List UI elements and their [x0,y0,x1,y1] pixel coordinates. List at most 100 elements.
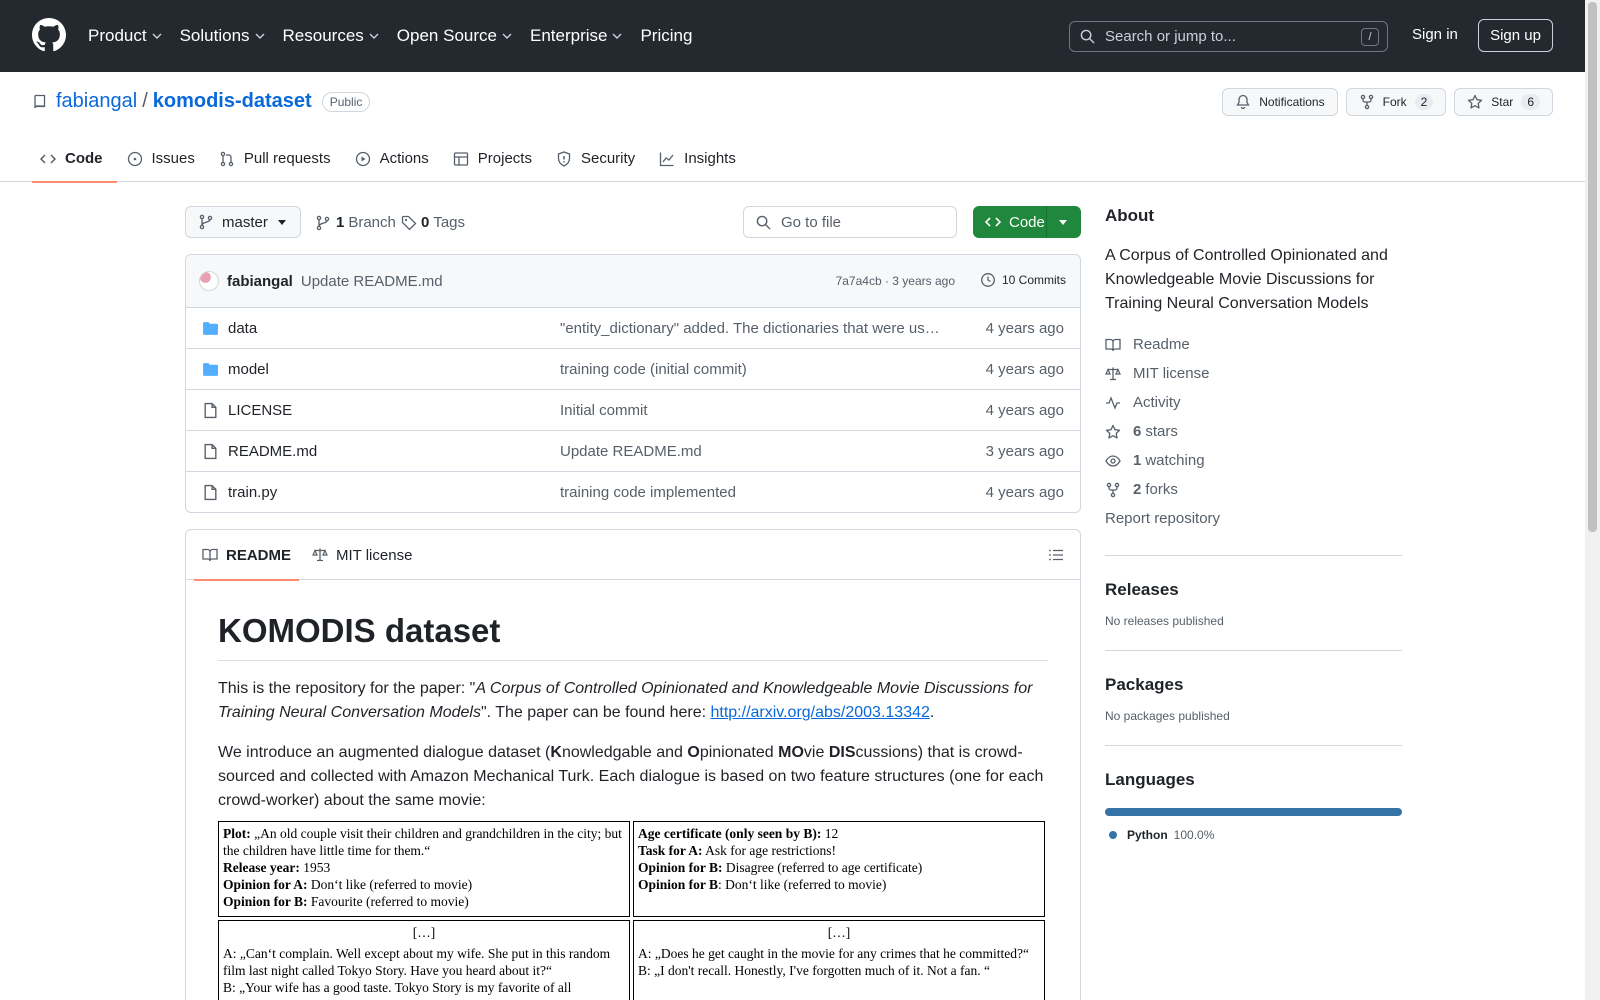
nav-open-source-label: Open Source [396,26,497,45]
activity-link[interactable]: Activity [1105,388,1402,417]
list-icon[interactable] [1048,547,1064,563]
table-key: Opinion for B [638,877,719,892]
file-commit-message[interactable]: "entity_dictionary" added. The dictionar… [560,320,940,337]
tab-actions[interactable]: Actions [347,135,443,182]
tags-link[interactable]: 0 Tags [401,214,465,231]
file-commit-message[interactable]: Update README.md [560,443,940,460]
file-name[interactable]: data [228,320,257,337]
file-name[interactable]: train.py [228,484,277,501]
language-item[interactable]: Python 100.0% [1105,828,1402,842]
search-input[interactable]: Search or jump to... / [1069,21,1388,52]
scrollbar-thumb[interactable] [1588,2,1597,532]
branches-link[interactable]: 1 Branch [315,214,396,231]
play-icon [355,151,370,166]
tab-pull-requests[interactable]: Pull requests [211,135,345,182]
tag-label: Tags [433,214,466,231]
notifications-label: Notifications [1259,95,1325,109]
repo-owner-link[interactable]: fabiangal [56,90,137,113]
tab-readme[interactable]: README [193,530,300,581]
tab-pull-requests-label: Pull requests [243,150,331,167]
top-navbar: Product Solutions Resources Open Source … [0,0,1600,72]
file-commit-message[interactable]: Initial commit [560,402,940,419]
star-icon [1468,94,1483,109]
stars-link[interactable]: 6 stars [1105,417,1402,446]
sign-in-link[interactable]: Sign in [1412,26,1458,43]
report-repository-link[interactable]: Report repository [1105,504,1402,533]
star-icon [1105,424,1121,439]
chevron-down-icon [502,33,512,39]
repo-name-link[interactable]: komodis-dataset [153,90,312,113]
github-logo-icon[interactable] [32,18,66,52]
star-button[interactable]: Star 6 [1454,88,1553,116]
table-value: Ask for age restrictions! [702,843,836,858]
commit-hash-time[interactable]: 7a7a4cb · 3 years ago [836,274,955,288]
fork-button[interactable]: Fork 2 [1345,88,1447,116]
tab-security[interactable]: Security [548,135,649,182]
branch-selector[interactable]: master [185,206,301,238]
table-cell-feature-b: Age certificate (only seen by B): 12 Tas… [633,821,1045,917]
commits-history-link[interactable]: 10 Commits [980,272,1066,288]
releases-heading[interactable]: Releases [1105,580,1402,600]
forks-link[interactable]: 2 forks [1105,475,1402,504]
history-icon [981,273,995,287]
commit-author[interactable]: fabiangal [227,273,293,290]
avatar[interactable] [199,271,219,291]
search-icon [756,215,771,230]
table-line: Release year: 1953 [223,859,625,876]
table-line: Plot: „An old couple visit their childre… [223,825,625,859]
language-color-dot [1109,831,1117,839]
readme-link-label: Readme [1133,336,1190,353]
visibility-badge: Public [321,91,371,112]
table-value: : Don‘t like (referred to movie) [718,877,887,892]
code-dropdown-button[interactable]: Code [973,206,1081,238]
file-commit-message[interactable]: training code (initial commit) [560,361,940,378]
table-row[interactable]: README.md Update README.md 3 years ago [186,431,1080,472]
license-link-label: MIT license [1133,365,1210,382]
page-scrollbar[interactable] [1585,0,1600,1000]
file-date: 4 years ago [985,484,1064,501]
nav-product[interactable]: Product [88,26,162,46]
readme-link[interactable]: Readme [1105,330,1402,359]
repo-header: fabiangal / komodis-dataset Public Notif… [0,72,1600,183]
notifications-button[interactable]: Notifications [1222,88,1338,116]
dialogue-line: A: „Can‘t complain. Well except about my… [223,946,611,978]
go-to-file-input[interactable]: Go to file [743,206,957,238]
tab-license[interactable]: MIT license [312,530,412,580]
file-name[interactable]: LICENSE [228,402,292,419]
tab-issues[interactable]: Issues [119,135,209,182]
readme-text: This is the repository for the paper: " [218,680,476,697]
readme-content: KOMODIS dataset This is the repository f… [186,580,1080,1000]
readme-text: ". The paper can be found here: [480,704,711,721]
table-row[interactable]: model training code (initial commit) 4 y… [186,349,1080,390]
table-key: Release year: [223,860,300,875]
watching-link[interactable]: 1 watching [1105,446,1402,475]
tab-insights[interactable]: Insights [651,135,750,182]
nav-resources[interactable]: Resources [283,26,379,46]
table-row[interactable]: LICENSE Initial commit 4 years ago [186,390,1080,431]
about-description: A Corpus of Controlled Opinionated and K… [1105,247,1388,312]
nav-product-label: Product [88,26,147,45]
file-name[interactable]: README.md [228,443,317,460]
tab-projects[interactable]: Projects [445,135,546,182]
nav-enterprise[interactable]: Enterprise [530,26,622,46]
sign-up-button[interactable]: Sign up [1478,19,1553,52]
table-row[interactable]: train.py training code implemented 4 yea… [186,472,1080,512]
fork-label: Fork [1382,95,1407,109]
about-heading: About [1105,206,1155,225]
file-icon [204,402,217,419]
tab-security-label: Security [580,150,636,167]
table-ellipsis: […] [412,925,436,940]
table-key: Opinion for B: [223,894,308,909]
commit-message[interactable]: Update README.md [301,273,443,290]
nav-solutions[interactable]: Solutions [180,26,265,46]
repo-icon [34,94,46,108]
packages-heading[interactable]: Packages [1105,675,1402,695]
tab-code[interactable]: Code [32,135,117,183]
nav-pricing[interactable]: Pricing [640,26,692,46]
license-link[interactable]: MIT license [1105,359,1402,388]
file-name[interactable]: model [228,361,269,378]
paper-link[interactable]: http://arxiv.org/abs/2003.13342 [710,704,929,721]
file-commit-message[interactable]: training code implemented [560,484,940,501]
nav-open-source[interactable]: Open Source [397,26,512,46]
table-row[interactable]: data "entity_dictionary" added. The dict… [186,308,1080,349]
